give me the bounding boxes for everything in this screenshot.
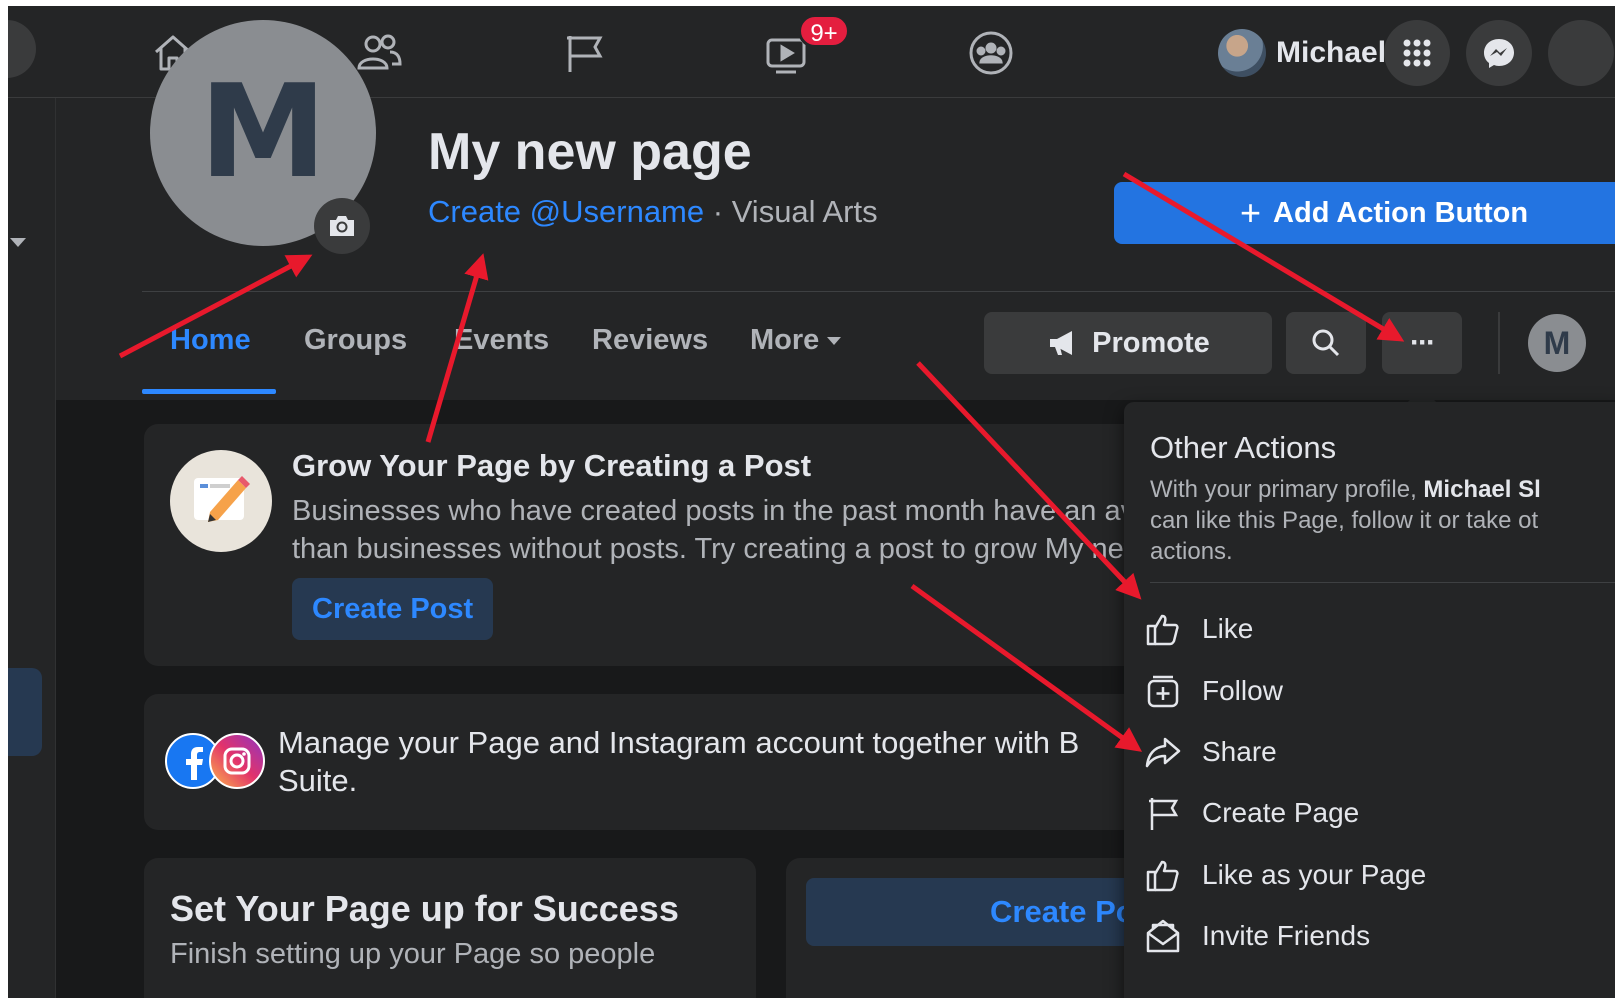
subline-separator: · bbox=[704, 194, 732, 229]
other-actions-dropdown: Other Actions With your primary profile,… bbox=[1124, 402, 1615, 998]
more-dots-icon: ··· bbox=[1410, 326, 1436, 359]
dropdown-separator bbox=[1150, 582, 1615, 583]
tab-more-label: More bbox=[750, 324, 820, 356]
flag-icon bbox=[1149, 798, 1179, 830]
menu-item-label: Create Page bbox=[1202, 797, 1360, 828]
create-username-link[interactable]: Create @Username bbox=[428, 194, 704, 229]
left-rail bbox=[8, 98, 56, 998]
messenger-icon bbox=[1484, 39, 1514, 68]
grow-body-line2: than businesses without posts. Try creat… bbox=[292, 533, 1132, 565]
dropdown-title: Other Actions bbox=[1150, 430, 1337, 465]
menu-item-label: Share bbox=[1202, 736, 1277, 767]
tab-more[interactable]: More bbox=[750, 324, 842, 357]
pages-flag-icon[interactable] bbox=[560, 28, 610, 78]
menu-item-label: Like bbox=[1202, 613, 1254, 644]
menu-item-invite-friends[interactable]: Invite Friends bbox=[1144, 909, 1370, 963]
promote-label: Promote bbox=[1092, 326, 1210, 359]
invite-envelope-icon bbox=[1146, 919, 1180, 953]
button-separator bbox=[1498, 312, 1500, 374]
notifications-button[interactable] bbox=[1548, 20, 1614, 86]
messenger-button[interactable] bbox=[1466, 20, 1532, 86]
desc-prefix: With your primary profile, bbox=[1150, 476, 1424, 503]
page-subline: Create @Username · Visual Arts bbox=[428, 194, 878, 230]
menu-item-create-page[interactable]: Create Page bbox=[1144, 786, 1359, 840]
header-divider bbox=[142, 291, 1615, 292]
promote-button[interactable]: Promote bbox=[984, 312, 1272, 374]
friends-icon[interactable] bbox=[354, 28, 404, 78]
menu-item-follow[interactable]: Follow bbox=[1144, 664, 1283, 718]
instagram-text-line1: Manage your Page and Instagram account t… bbox=[278, 725, 1080, 760]
grow-body-line1: Businesses who have created posts in the… bbox=[292, 495, 1132, 527]
desc-line2: can like this Page, follow it or take ot bbox=[1150, 507, 1539, 534]
tab-reviews[interactable]: Reviews bbox=[592, 324, 708, 357]
menu-grid-icon bbox=[1403, 39, 1431, 67]
facebook-page-screenshot: 9+ Michael M My new page Create @Usernam… bbox=[8, 6, 1615, 998]
grow-card-body: Businesses who have created posts in the… bbox=[292, 492, 1132, 568]
page-title: My new page bbox=[428, 123, 752, 181]
instagram-card-text: Manage your Page and Instagram account t… bbox=[278, 724, 1128, 800]
setup-card: Set Your Page up for Success Finish sett… bbox=[144, 858, 756, 998]
megaphone-icon bbox=[1050, 331, 1073, 355]
menu-item-like[interactable]: Like bbox=[1144, 602, 1253, 656]
menu-grid-button[interactable] bbox=[1384, 20, 1450, 86]
watch-notification-badge: 9+ bbox=[798, 14, 850, 48]
menu-item-like-as-page[interactable]: Like as your Page bbox=[1144, 848, 1426, 902]
tab-events[interactable]: Events bbox=[454, 324, 549, 357]
page-category: Visual Arts bbox=[731, 194, 878, 229]
active-tab-indicator bbox=[142, 389, 276, 394]
caret-down-icon bbox=[827, 337, 842, 346]
setup-card-subtitle: Finish setting up your Page so people bbox=[170, 938, 656, 970]
facebook-instagram-icon bbox=[165, 733, 265, 789]
page-search-button[interactable] bbox=[1286, 312, 1366, 374]
collapse-caret-icon[interactable] bbox=[10, 238, 26, 247]
menu-item-label: Like as your Page bbox=[1202, 859, 1427, 890]
page-mini-avatar[interactable]: M bbox=[1528, 314, 1586, 372]
post-illustration-icon bbox=[170, 450, 272, 552]
instagram-card: Manage your Page and Instagram account t… bbox=[144, 694, 1144, 830]
groups-icon[interactable] bbox=[966, 28, 1016, 78]
share-arrow-icon bbox=[1145, 737, 1181, 768]
profile-chip[interactable]: Michael bbox=[1218, 24, 1386, 82]
thumbs-up-icon bbox=[1146, 614, 1179, 646]
desc-line3: actions. bbox=[1150, 538, 1233, 565]
desc-profile-name: Michael Sl bbox=[1423, 476, 1541, 503]
camera-icon bbox=[330, 216, 354, 236]
follow-plus-icon bbox=[1147, 675, 1179, 708]
add-action-button[interactable]: + Add Action Button bbox=[1114, 182, 1615, 244]
tab-groups[interactable]: Groups bbox=[304, 324, 407, 357]
profile-name: Michael bbox=[1276, 36, 1387, 69]
left-rail-selected-item[interactable] bbox=[8, 668, 42, 756]
menu-item-share[interactable]: Share bbox=[1144, 725, 1277, 779]
dropdown-description: With your primary profile, Michael Sl ca… bbox=[1150, 474, 1615, 567]
menu-item-label: Follow bbox=[1202, 675, 1283, 706]
setup-card-title: Set Your Page up for Success bbox=[170, 888, 679, 929]
more-options-button[interactable]: ··· bbox=[1382, 312, 1462, 374]
plus-icon: + bbox=[1240, 192, 1262, 233]
add-action-label: Add Action Button bbox=[1273, 196, 1529, 229]
avatar bbox=[1218, 29, 1266, 77]
grow-page-card: Grow Your Page by Creating a Post Busine… bbox=[144, 424, 1144, 666]
thumbs-up-icon bbox=[1146, 860, 1179, 892]
grow-card-title: Grow Your Page by Creating a Post bbox=[292, 448, 812, 483]
tab-home[interactable]: Home bbox=[170, 324, 251, 357]
camera-button[interactable] bbox=[314, 198, 370, 254]
create-post-button[interactable]: Create Post bbox=[292, 578, 494, 640]
search-circle[interactable] bbox=[8, 20, 36, 78]
search-icon bbox=[1312, 329, 1340, 357]
page-header: M My new page Create @Username · Visual … bbox=[56, 20, 1615, 400]
menu-item-label: Invite Friends bbox=[1202, 920, 1371, 951]
instagram-text-line2: Suite. bbox=[278, 763, 358, 798]
